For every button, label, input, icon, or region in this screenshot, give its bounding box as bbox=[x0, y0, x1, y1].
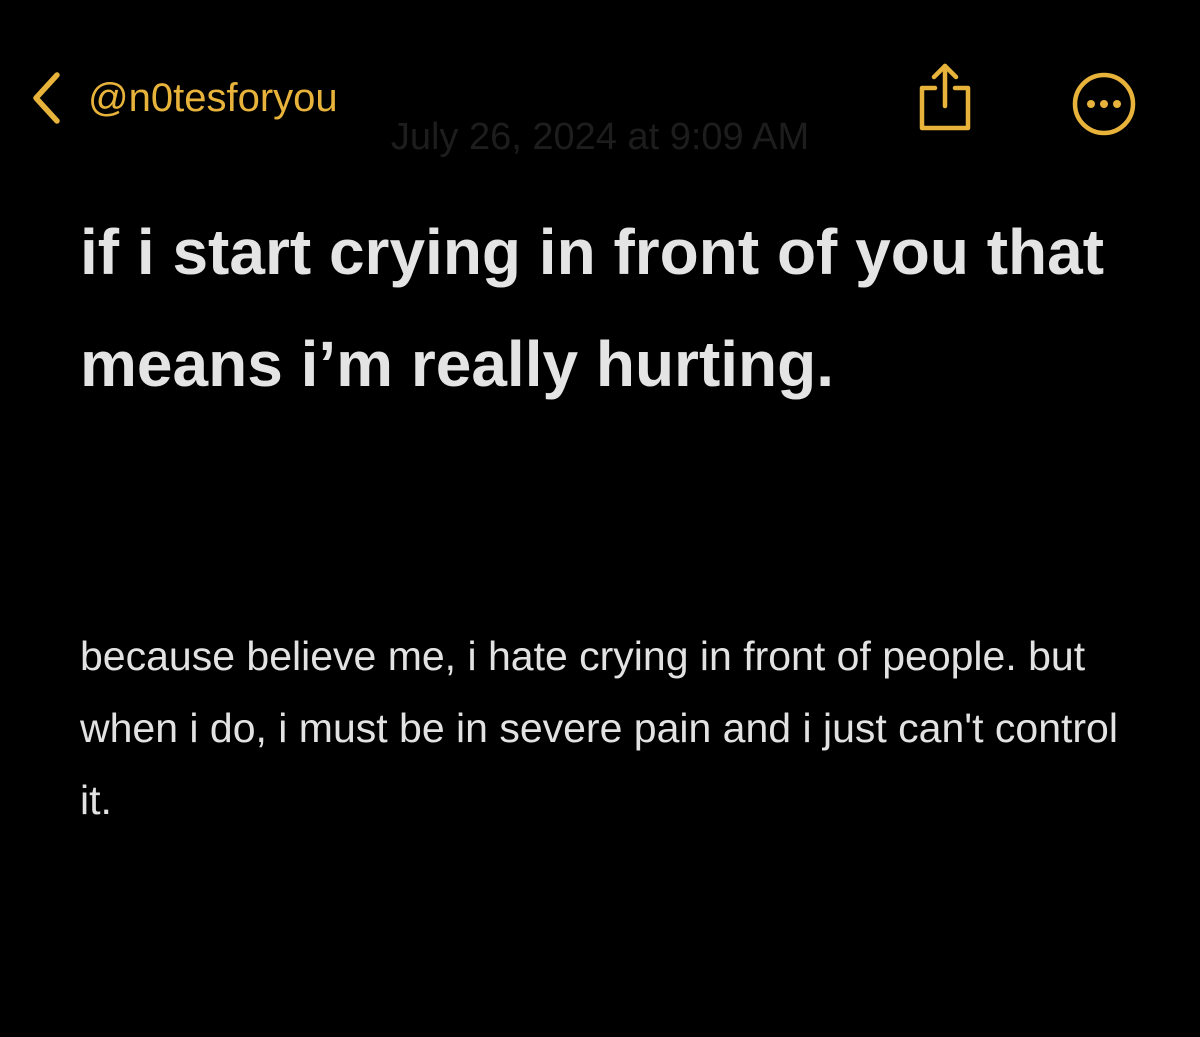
note-title[interactable]: if i start crying in front of you that m… bbox=[80, 196, 1140, 420]
back-label: @n0tesforyou bbox=[88, 76, 338, 120]
note-date: July 26, 2024 at 9:09 AM bbox=[390, 116, 810, 158]
navigation-bar: @n0tesforyou bbox=[0, 0, 1200, 200]
note-body[interactable]: because believe me, i hate crying in fro… bbox=[80, 620, 1160, 836]
